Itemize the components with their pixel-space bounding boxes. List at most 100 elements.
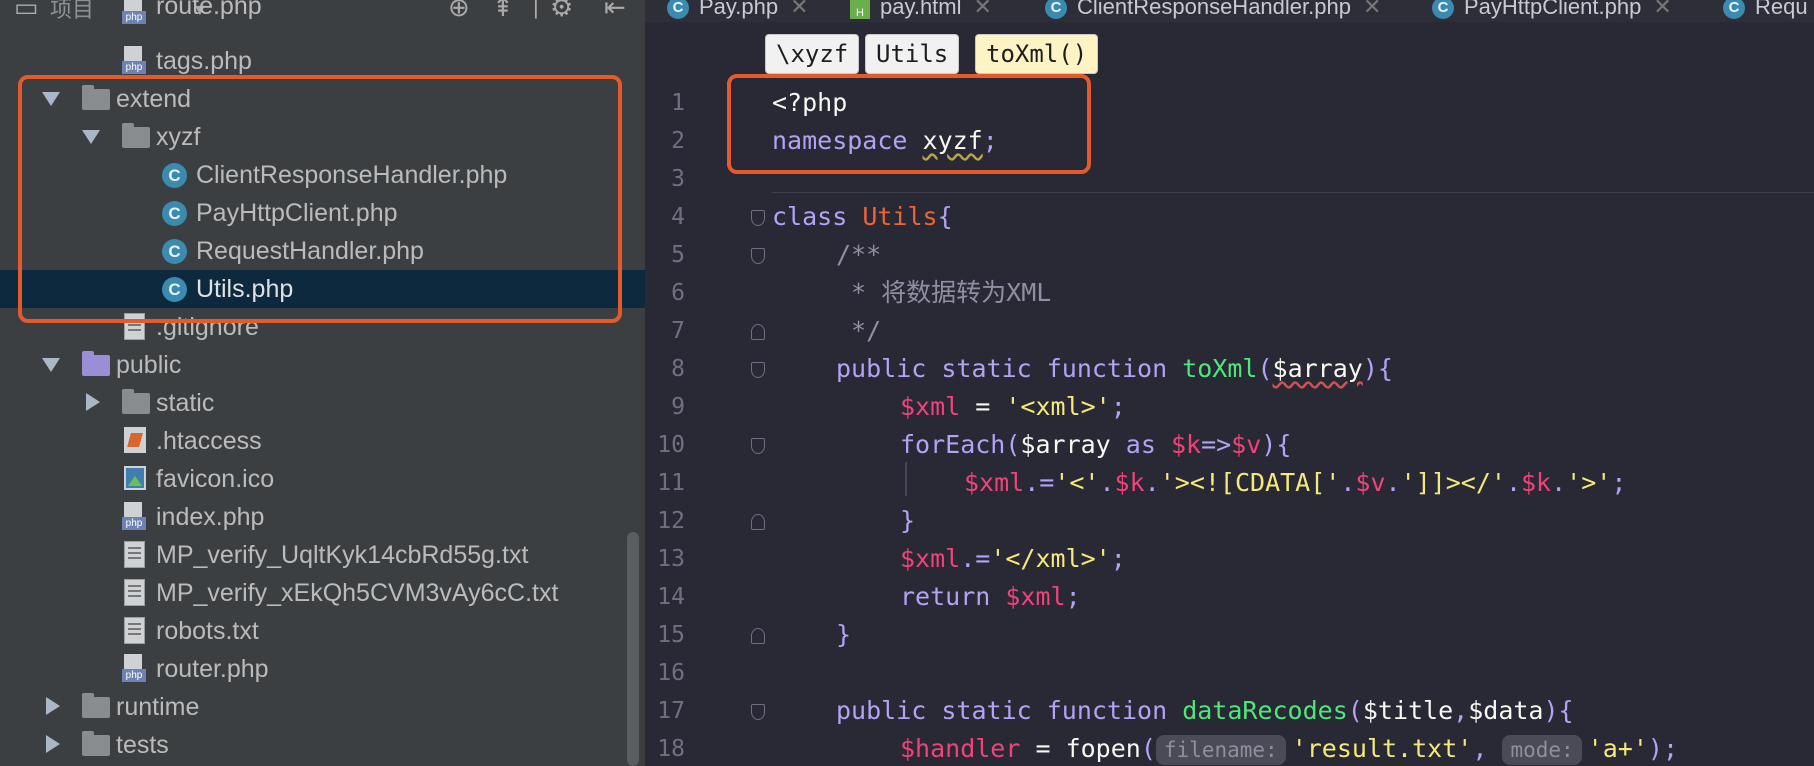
fold-marker-icon[interactable]	[751, 704, 765, 720]
tree-item-route-php[interactable]: php route.php	[0, 0, 645, 40]
code-line-15[interactable]: }	[836, 616, 851, 654]
variable: $xml	[1005, 582, 1066, 611]
string-literal: '><![CDATA['	[1159, 468, 1341, 497]
tab-label: PayHttpClient.php	[1464, 0, 1642, 19]
tree-item-static[interactable]: static	[0, 384, 645, 422]
punctuation: ;	[1110, 392, 1126, 421]
project-panel: ▭ 项目 ▼ ⊕ ⇞ | ⚙ ⇤ php route.php php tags.…	[0, 0, 645, 766]
tree-item-tests[interactable]: tests	[0, 726, 645, 764]
line-number: 15	[657, 622, 685, 648]
tree-item-router-php[interactable]: php router.php	[0, 650, 645, 688]
breadcrumb-namespace[interactable]: \xyzf	[765, 34, 860, 74]
line-number: 11	[657, 470, 685, 496]
tab-pay-html[interactable]: Hpay.html ✕	[850, 0, 992, 21]
tree-item-htaccess[interactable]: .htaccess	[0, 422, 645, 460]
punctuation: ,	[1453, 696, 1469, 725]
line-number: 2	[671, 128, 685, 154]
collapse-arrow-icon[interactable]	[46, 697, 60, 715]
tree-item-label: MP_verify_xEkQh5CVM3vAy6cC.txt	[156, 579, 559, 607]
tree-scrollbar[interactable]	[627, 532, 639, 766]
tree-item-label: favicon.ico	[156, 465, 275, 493]
code-line-5[interactable]: /**	[836, 236, 881, 274]
close-icon[interactable]: ✕	[1363, 0, 1381, 19]
indent-guide	[905, 462, 907, 496]
code-line-14[interactable]: return $xml;	[900, 578, 1081, 616]
tree-item-runtime[interactable]: runtime	[0, 688, 645, 726]
tab-payhttpclient[interactable]: C PayHttpClient.php ✕	[1432, 0, 1672, 21]
operator: .=	[1024, 468, 1055, 497]
fold-marker-icon[interactable]	[751, 248, 765, 264]
punctuation: ;	[1065, 582, 1081, 611]
code-line-7[interactable]: */	[836, 312, 881, 350]
tree-item-favicon[interactable]: favicon.ico	[0, 460, 645, 498]
punctuation: (	[1257, 354, 1273, 383]
code-line-9[interactable]: $xml = '<xml>';	[900, 388, 1126, 426]
punctuation: ;	[1110, 544, 1126, 573]
line-number: 16	[657, 660, 685, 686]
tree-item-mp-verify-1[interactable]: MP_verify_UqltKyk14cbRd55g.txt	[0, 536, 645, 574]
php-file-icon: php	[122, 654, 146, 682]
code-line-6[interactable]: * 将数据转为XML	[836, 274, 1051, 312]
operator: =	[960, 392, 1006, 421]
keyword: as	[1110, 430, 1171, 459]
tree-item-label: runtime	[116, 693, 200, 721]
tree-item-label: router.php	[156, 655, 269, 683]
variable: $k	[1521, 468, 1552, 497]
tree-item-label: tests	[116, 731, 169, 759]
operator: .	[1385, 468, 1401, 497]
tab-label: Requ	[1755, 0, 1808, 19]
tree-item-mp-verify-2[interactable]: MP_verify_xEkQh5CVM3vAy6cC.txt	[0, 574, 645, 612]
fold-marker-icon[interactable]	[751, 210, 765, 226]
folder-icon	[122, 389, 150, 414]
keyword: return	[900, 582, 991, 611]
fold-marker-icon[interactable]	[751, 438, 765, 454]
close-icon[interactable]: ✕	[1653, 0, 1671, 19]
folder-icon	[82, 693, 110, 718]
fold-marker-icon[interactable]	[751, 362, 765, 378]
collapse-arrow-icon[interactable]	[46, 735, 60, 753]
tree-item-robots[interactable]: robots.txt	[0, 612, 645, 650]
punctuation: ){	[1362, 354, 1393, 383]
punctuation: {	[937, 202, 953, 231]
tree-item-index-php[interactable]: php index.php	[0, 498, 645, 536]
line-number: 8	[671, 356, 685, 382]
close-icon[interactable]: ✕	[974, 0, 992, 19]
code-line-11[interactable]: $xml.='<'.$k.'><![CDATA['.$v.']]></'.$k.…	[964, 464, 1626, 502]
tree-item-label: .htaccess	[156, 427, 262, 455]
tab-pay-php[interactable]: C Pay.php ✕	[667, 0, 809, 21]
fold-marker-icon[interactable]	[751, 514, 765, 530]
function-name: toXml	[1182, 354, 1258, 383]
tab-label: Pay.php	[699, 0, 779, 19]
operator: =>	[1201, 430, 1232, 459]
code-line-12[interactable]: }	[900, 502, 915, 540]
tab-clientresponsehandler[interactable]: C ClientResponseHandler.php ✕	[1045, 0, 1381, 21]
tree-item-label: public	[116, 351, 182, 379]
tab-requ[interactable]: C Requ	[1723, 0, 1808, 21]
code-line-10[interactable]: forEach($array as $k=>$v){	[900, 426, 1291, 464]
code-line-4[interactable]: class Utils{	[772, 198, 953, 236]
collapse-arrow-icon[interactable]	[86, 393, 100, 411]
php-file-icon: php	[122, 0, 146, 24]
fold-marker-icon[interactable]	[751, 324, 765, 340]
php-file-icon: php	[122, 502, 146, 530]
line-number: 9	[671, 394, 685, 420]
fold-marker-icon[interactable]	[751, 628, 765, 644]
breadcrumb-method[interactable]: toXml()	[975, 34, 1099, 74]
function-call: fopen	[1065, 734, 1141, 763]
line-number: 12	[657, 508, 685, 534]
code-line-8[interactable]: public static function toXml($array){	[836, 350, 1393, 388]
php-class-icon: C	[1045, 0, 1067, 20]
close-icon[interactable]: ✕	[790, 0, 808, 19]
htaccess-file-icon	[124, 427, 146, 453]
punctuation: }	[836, 620, 852, 649]
parameter-hint: mode:	[1502, 735, 1582, 765]
code-line-17[interactable]: public static function dataRecodes($titl…	[836, 692, 1574, 730]
editor-tab-bar: C Pay.php ✕ Hpay.html ✕ C ClientResponseHand…	[645, 0, 1814, 22]
tab-label: ClientResponseHandler.php	[1077, 0, 1351, 19]
expand-arrow-icon[interactable]	[42, 358, 60, 372]
code-line-13[interactable]: $xml.='</xml>';	[900, 540, 1126, 578]
breadcrumb-class[interactable]: Utils	[865, 34, 960, 74]
doc-comment: * 将数据转为XML	[836, 278, 1052, 307]
tree-item-public[interactable]: public	[0, 346, 645, 384]
code-line-18[interactable]: $handler = fopen(filename:'result.txt', …	[900, 730, 1678, 766]
